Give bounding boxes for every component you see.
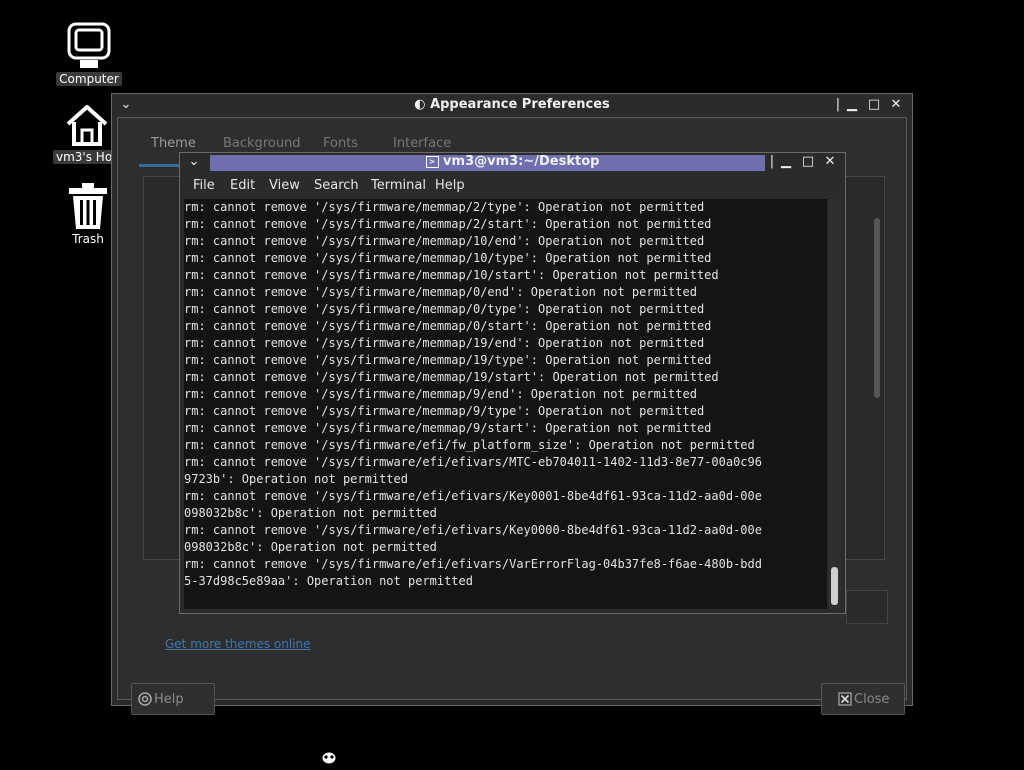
terminal-line: rm: cannot remove '/sys/firmware/memmap/… [184,285,697,299]
desktop-icon-computer[interactable]: Computer [56,22,122,86]
terminal-line: rm: cannot remove '/sys/firmware/memmap/… [184,200,705,214]
terminal-menubar: File Edit View Search Terminal Help [182,175,843,197]
desktop-icon-trash[interactable]: Trash [64,182,112,272]
terminal-line: rm: cannot remove '/sys/firmware/memmap/… [184,302,705,316]
scrollbar-thumb[interactable] [831,567,838,605]
help-button[interactable]: Help [131,683,215,715]
tab-theme[interactable]: Theme [151,136,196,151]
close-icon[interactable]: ✕ [822,154,838,170]
terminal-title: vm3@vm3:~/Desktop [443,154,600,169]
trash-icon [69,183,107,229]
tab-background[interactable]: Background [223,136,301,151]
close-button-label: Close [854,692,890,707]
terminal-line: rm: cannot remove '/sys/firmware/memmap/… [184,251,712,265]
computer-icon [67,22,111,68]
mouse-cursor [320,750,338,770]
terminal-line: rm: cannot remove '/sys/firmware/memmap/… [184,353,712,367]
minimize-icon[interactable]: ▁ [844,97,860,113]
menu-file[interactable]: File [193,178,215,193]
desktop-icon-label: Trash [72,232,104,246]
menu-terminal[interactable]: Terminal [371,178,426,193]
terminal-line: rm: cannot remove '/sys/firmware/memmap/… [184,421,712,435]
desktop-icon-label: Computer [56,72,122,86]
help-icon [138,692,152,706]
terminal-window: ⌄ > vm3@vm3:~/Desktop | ▁ □ ✕ File Edit … [179,152,846,614]
window-title: Appearance Preferences [430,97,610,112]
get-more-themes-link[interactable]: Get more themes online [165,637,311,651]
terminal-line: 098032b8c': Operation not permitted [184,506,437,520]
close-icon[interactable]: ✕ [888,97,904,113]
maximize-icon[interactable]: □ [800,154,816,170]
terminal-scrollbar[interactable] [829,199,841,609]
terminal-line: rm: cannot remove '/sys/firmware/efi/efi… [184,489,762,503]
menu-view[interactable]: View [269,178,300,193]
cursor-icon [321,751,337,765]
terminal-line: 9723b': Operation not permitted [184,472,408,486]
terminal-line: rm: cannot remove '/sys/firmware/efi/efi… [184,455,762,469]
terminal-line: 098032b8c': Operation not permitted [184,540,437,554]
appearance-icon: ◐ [414,97,426,112]
terminal-line: rm: cannot remove '/sys/firmware/memmap/… [184,387,697,401]
terminal-line: rm: cannot remove '/sys/firmware/memmap/… [184,234,705,248]
terminal-line: rm: cannot remove '/sys/firmware/efi/fw_… [184,438,755,452]
theme-action-button[interactable] [846,590,888,624]
terminal-line: rm: cannot remove '/sys/firmware/memmap/… [184,370,719,384]
terminal-line: rm: cannot remove '/sys/firmware/memmap/… [184,336,705,350]
terminal-line: rm: cannot remove '/sys/firmware/efi/efi… [184,557,762,571]
terminal-line: rm: cannot remove '/sys/firmware/memmap/… [184,217,712,231]
menu-help[interactable]: Help [435,178,465,193]
terminal-icon: > [425,155,439,168]
window-titlebar[interactable]: ⌄ ◐ Appearance Preferences | ▁ □ ✕ [112,94,912,116]
help-button-label: Help [154,692,184,707]
close-button[interactable]: Close [821,683,905,715]
terminal-line: rm: cannot remove '/sys/firmware/efi/efi… [184,523,762,537]
tab-interface[interactable]: Interface [393,136,451,151]
theme-list-scrollbar[interactable] [874,218,880,398]
terminal-output[interactable]: rm: cannot remove '/sys/firmware/memmap/… [184,199,827,609]
home-icon [66,105,108,146]
minimize-icon[interactable]: ▁ [778,154,794,170]
terminal-line: rm: cannot remove '/sys/firmware/memmap/… [184,404,705,418]
terminal-titlebar[interactable]: ⌄ > vm3@vm3:~/Desktop | ▁ □ ✕ [180,153,845,173]
menu-search[interactable]: Search [314,178,359,193]
terminal-line: 5-37d98c5e89aa': Operation not permitted [184,574,473,588]
tab-fonts[interactable]: Fonts [323,136,358,151]
terminal-line: rm: cannot remove '/sys/firmware/memmap/… [184,319,712,333]
maximize-icon[interactable]: □ [866,97,882,113]
terminal-line: rm: cannot remove '/sys/firmware/memmap/… [184,268,719,282]
close-icon [838,692,852,706]
menu-edit[interactable]: Edit [230,178,255,193]
